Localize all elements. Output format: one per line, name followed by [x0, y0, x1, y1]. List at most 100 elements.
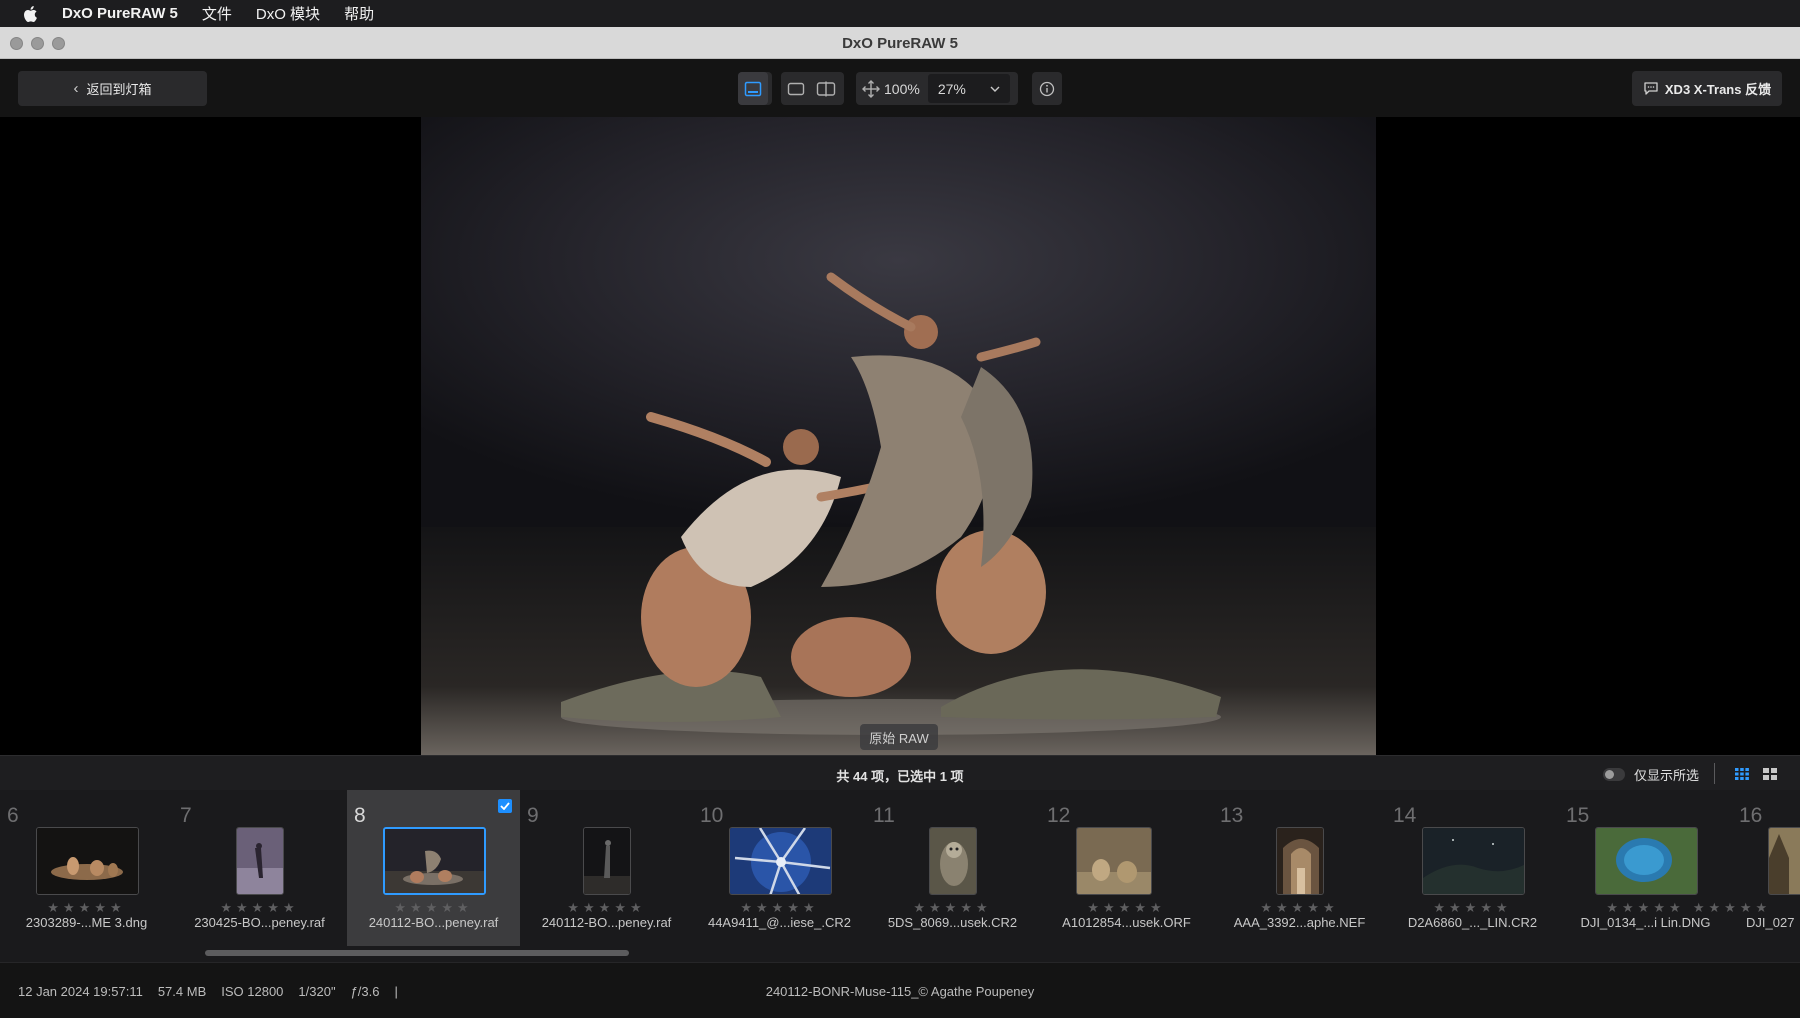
- item-filename: D2A6860_..._LIN.CR2: [1407, 915, 1538, 930]
- item-number: 12: [1047, 804, 1071, 827]
- filmstrip-item-selected[interactable]: 8 ★★★★★ 240112-BO...peney.raf: [347, 790, 520, 946]
- item-number: 6: [7, 804, 19, 827]
- grid-large-icon[interactable]: [1762, 766, 1778, 782]
- single-view-button[interactable]: [781, 72, 811, 105]
- thumbnail: [1595, 827, 1698, 895]
- rating-stars[interactable]: ★★★★★: [1386, 900, 1559, 916]
- item-number: 16: [1739, 804, 1763, 827]
- info-button[interactable]: [1032, 72, 1062, 105]
- window-title: DxO PureRAW 5: [842, 35, 958, 52]
- split-view-button[interactable]: [811, 72, 841, 105]
- filmstrip-header: 共 44 项，已选中 1 项 仅显示所选: [0, 755, 1800, 790]
- item-filename: 5DS_8069...usek.CR2: [887, 915, 1018, 930]
- item-filename: 230425-BO...peney.raf: [194, 915, 325, 930]
- thumbnail: [729, 827, 832, 895]
- item-filename: DJI_027: [1746, 915, 1795, 930]
- item-number: 10: [700, 804, 724, 827]
- rating-stars[interactable]: ★★★★★: [520, 900, 693, 916]
- filmstrip-item[interactable]: 6 ★★★★★ 2303289-...ME 3.dng: [0, 790, 173, 946]
- filmstrip-item[interactable]: 16 ★★★★★ DJI_027: [1693, 790, 1800, 946]
- item-number: 9: [527, 804, 539, 827]
- back-to-lightbox-label: 返回到灯箱: [86, 82, 152, 97]
- zoom-level-select[interactable]: 27%: [927, 74, 1010, 103]
- thumbnail: [383, 827, 486, 895]
- filmstrip-view-button[interactable]: [738, 72, 768, 105]
- thumbnail: [929, 827, 977, 895]
- preview-image: [421, 117, 1376, 755]
- show-selected-only-label: 仅显示所选: [1634, 768, 1700, 783]
- chat-bubble-icon: [1644, 82, 1658, 95]
- apple-icon[interactable]: [22, 4, 40, 24]
- filmstrip-item[interactable]: 12 ★★★★★ A1012854...usek.ORF: [1040, 790, 1213, 946]
- item-number: 11: [873, 804, 895, 827]
- filmstrip: 6 ★★★★★ 2303289-...ME 3.dng 7 ★★★★★ 2304…: [0, 790, 1800, 946]
- checkbox-checked-icon[interactable]: [498, 799, 512, 813]
- window-title-bar: DxO PureRAW 5: [0, 27, 1800, 59]
- menu-dxo-modules[interactable]: DxO 模块: [256, 3, 320, 24]
- rating-stars[interactable]: ★★★★★: [0, 900, 173, 916]
- info-group: [1032, 72, 1062, 105]
- zoom-controls: 100% 27%: [856, 72, 1018, 105]
- rating-stars[interactable]: ★★★★★: [347, 900, 520, 916]
- image-viewer[interactable]: 原始 RAW: [0, 117, 1800, 755]
- menu-file[interactable]: 文件: [202, 3, 232, 24]
- split-view-icon: [816, 81, 836, 96]
- rating-stars[interactable]: ★★★★★: [1672, 900, 1792, 916]
- filmstrip-view-group: [738, 72, 772, 105]
- rating-stars[interactable]: ★★★★★: [173, 900, 346, 916]
- toolbar: ‹ 返回到灯箱 100% 27% XD3 X-Trans 反馈: [0, 59, 1800, 117]
- item-filename: 44A9411_@...iese_.CR2: [707, 915, 852, 930]
- filmstrip-item[interactable]: 15 ★★★★★ DJI_0134_...i Lin.DNG: [1559, 790, 1732, 946]
- item-filename: AAA_3392...aphe.NEF: [1233, 915, 1366, 930]
- original-raw-label: 原始 RAW: [860, 724, 938, 750]
- item-number: 7: [180, 804, 192, 827]
- filmstrip-item[interactable]: 10 ★★★★★ 44A9411_@...iese_.CR2: [693, 790, 866, 946]
- menu-help[interactable]: 帮助: [344, 3, 374, 24]
- compare-view-group: [781, 72, 844, 105]
- rating-stars[interactable]: ★★★★★: [1040, 900, 1213, 916]
- filmstrip-item[interactable]: 14 ★★★★★ D2A6860_..._LIN.CR2: [1386, 790, 1559, 946]
- menu-app-name[interactable]: DxO PureRAW 5: [62, 5, 178, 22]
- scrollbar-thumb[interactable]: [205, 950, 629, 956]
- filmstrip-scrollbar[interactable]: [0, 946, 1800, 962]
- thumbnail: [1076, 827, 1152, 895]
- pan-move-icon[interactable]: [862, 79, 880, 98]
- item-number: 13: [1220, 804, 1244, 827]
- item-filename: 2303289-...ME 3.dng: [25, 915, 148, 930]
- item-number: 8: [354, 804, 366, 827]
- info-icon: [1039, 81, 1055, 96]
- thumbnail: [583, 827, 631, 895]
- feedback-button[interactable]: XD3 X-Trans 反馈: [1632, 71, 1782, 106]
- thumbnail: [1768, 827, 1800, 895]
- thumbnail: [236, 827, 284, 895]
- back-to-lightbox-button[interactable]: ‹ 返回到灯箱: [18, 71, 207, 106]
- item-filename: A1012854...usek.ORF: [1062, 915, 1191, 930]
- toggle-switch[interactable]: [1603, 768, 1625, 781]
- item-filename: 240112-BO...peney.raf: [368, 915, 499, 930]
- rating-stars[interactable]: ★★★★★: [693, 900, 866, 916]
- chevron-left-icon: ‹: [73, 80, 79, 97]
- zoom-100-button[interactable]: 100%: [884, 81, 920, 97]
- selection-count: 共 44 项，已选中 1 项: [836, 769, 964, 784]
- rating-stars[interactable]: ★★★★★: [1213, 900, 1386, 916]
- filmstrip-item[interactable]: 13 ★★★★★ AAA_3392...aphe.NEF: [1213, 790, 1386, 946]
- chevron-down-icon: [990, 86, 1000, 92]
- item-filename: 240112-BO...peney.raf: [541, 915, 672, 930]
- feedback-label: XD3 X-Trans 反馈: [1664, 82, 1772, 97]
- menu-bar: DxO PureRAW 5 文件 DxO 模块 帮助: [0, 0, 1800, 27]
- filmstrip-item[interactable]: 11 ★★★★★ 5DS_8069...usek.CR2: [866, 790, 1039, 946]
- grid-small-icon[interactable]: [1734, 766, 1750, 782]
- filmstrip-item[interactable]: 9 ★★★★★ 240112-BO...peney.raf: [520, 790, 693, 946]
- item-number: 14: [1393, 804, 1417, 827]
- filmstrip-item[interactable]: 7 ★★★★★ 230425-BO...peney.raf: [173, 790, 346, 946]
- rating-stars[interactable]: ★★★★★: [866, 900, 1039, 916]
- status-bar: 12 Jan 2024 19:57:11 57.4 MB ISO 12800 1…: [0, 962, 1800, 1018]
- header-divider: [1714, 763, 1715, 784]
- thumbnail: [1276, 827, 1324, 895]
- item-number: 15: [1566, 804, 1590, 827]
- thumbnail: [36, 827, 139, 895]
- thumbnail: [1422, 827, 1525, 895]
- show-selected-only-toggle[interactable]: 仅显示所选: [1603, 765, 1699, 784]
- filmstrip-layout-icon: [744, 81, 762, 96]
- current-filename: 240112-BONR-Muse-115_© Agathe Poupeney: [765, 984, 1035, 999]
